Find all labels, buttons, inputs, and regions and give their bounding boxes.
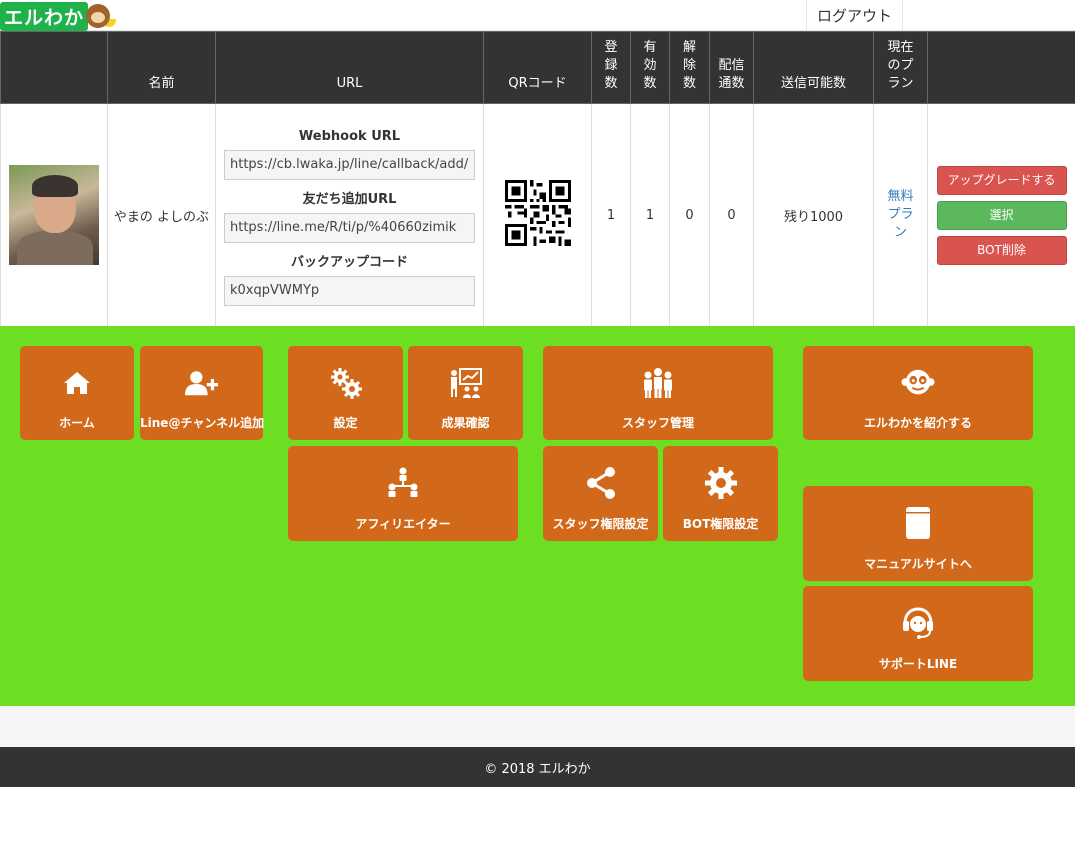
webhook-label: Webhook URL [298,128,401,144]
tile-staff-permission-label: スタッフ権限設定 [552,517,649,531]
tile-introduce[interactable]: エルわかを紹介する [803,346,1033,440]
tile-results-label: 成果確認 [441,416,490,430]
upgrade-button[interactable]: アップグレードする [936,165,1067,195]
tile-manual[interactable]: マニュアルサイトへ [803,486,1033,581]
select-button[interactable]: 選択 [936,200,1067,230]
copyright-text: © 2018 エルわか [484,761,591,777]
url-cell: Webhook URL https://cb.lwaka.jp/line/cal… [215,103,484,327]
table-row: やまの よしのぶ Webhook URL https://cb.lwaka.jp… [0,103,1075,327]
friend-url-field[interactable]: https://line.me/R/ti/p/%40660zimik [224,212,475,243]
name-cell: やまの よしのぶ [107,103,216,327]
menu-panel: ホーム Line@チャンネル追加 設定 成果確認 スタッフ管理 エルわかを紹介す… [0,326,1075,706]
column-header-deliveries-text: 配信 通数 [718,58,745,91]
book-icon [901,506,935,540]
logo[interactable]: エルわか [0,1,117,31]
delivery-count: 0 [709,103,754,327]
presentation-icon [449,366,483,400]
friend-url-label: 友だち追加URL [302,191,397,207]
column-header-deliveries: 配信 通数 [709,31,754,104]
tile-support-line[interactable]: サポートLINE [803,586,1033,681]
spacer-band [0,706,1075,747]
monkey-logo-icon [86,4,111,28]
table-header-row: 名前 URL QRコード 登 録 数 有 効 数 解 除 数 配信 通数 送信可… [0,31,1075,104]
tile-bot-permission-label: BOT権限設定 [682,517,759,531]
column-header-actions [927,31,1075,104]
plan-link[interactable]: 無料 プラ ン [874,188,927,242]
plan-cell: 無料 プラ ン [873,103,928,327]
column-header-cancelled: 解 除 数 [669,31,710,104]
column-header-valid: 有 効 数 [630,31,670,104]
tile-staff-permission[interactable]: スタッフ権限設定 [543,446,658,541]
column-header-avatar [0,31,108,104]
actions-cell: アップグレードする 選択 BOT削除 [927,103,1075,327]
webhook-url-field[interactable]: https://cb.lwaka.jp/line/callback/add/ [224,149,475,180]
tile-manual-label: マニュアルサイトへ [864,557,972,571]
qr-cell [483,103,592,327]
column-header-registered-text: 登 録 数 [604,40,618,91]
add-user-icon [184,366,219,400]
column-header-sendable: 送信可能数 [753,31,874,104]
column-header-qr: QRコード [483,31,592,104]
headset-icon [901,606,935,640]
backup-code-label: バックアップコード [290,254,408,270]
logout-link[interactable]: ログアウト [806,0,903,31]
gears-icon [329,366,363,400]
share-icon [584,466,618,500]
tile-staff-management-label: スタッフ管理 [621,416,694,430]
tile-bot-permission[interactable]: BOT権限設定 [663,446,778,541]
tile-staff-management[interactable]: スタッフ管理 [543,346,773,440]
tile-introduce-label: エルわかを紹介する [863,416,972,430]
column-header-valid-text: 有 効 数 [643,40,657,91]
tile-home[interactable]: ホーム [20,346,134,440]
registered-count: 1 [591,103,631,327]
cancelled-count: 0 [669,103,710,327]
sendable-count: 残り1000 [753,103,874,327]
tile-settings-label: 設定 [333,416,358,430]
tile-results[interactable]: 成果確認 [408,346,523,440]
bot-table: 名前 URL QRコード 登 録 数 有 効 数 解 除 数 配信 通数 送信可… [0,31,1075,327]
tile-add-channel[interactable]: Line@チャンネル追加 [140,346,265,440]
tile-add-channel-label: Line@チャンネル追加 [140,416,265,430]
column-header-name: 名前 [107,31,216,104]
footer: © 2018 エルわか [0,747,1075,787]
qr-code-icon [504,180,571,246]
top-bar: エルわか ログアウト [0,0,1075,31]
tile-affiliator-label: アフィリエイター [355,517,451,531]
tile-home-label: ホーム [59,416,95,430]
bot-name: やまの よしのぶ [113,209,210,225]
tile-affiliator[interactable]: アフィリエイター [288,446,518,541]
home-icon [60,366,94,400]
page: エルわか ログアウト 名前 URL QRコード 登 録 数 有 効 数 解 除 … [0,0,1075,843]
sitemap-icon [386,466,420,500]
column-header-plan: 現在 のプ ラン [873,31,928,104]
valid-count: 1 [630,103,670,327]
logo-text: エルわか [0,1,89,31]
monkey-icon [901,366,935,400]
column-header-url: URL [215,31,484,104]
column-header-plan-text: 現在 のプ ラン [887,40,914,91]
staff-group-icon [641,366,675,400]
avatar-cell [0,103,108,327]
gear-icon [704,466,738,500]
backup-code-field[interactable]: k0xqpVWMYp [224,275,475,306]
tile-settings[interactable]: 設定 [288,346,403,440]
delete-bot-button[interactable]: BOT削除 [936,235,1067,265]
column-header-registered: 登 録 数 [591,31,631,104]
avatar [9,165,99,265]
column-header-cancelled-text: 解 除 数 [682,40,696,91]
tile-support-line-label: サポートLINE [878,657,958,671]
